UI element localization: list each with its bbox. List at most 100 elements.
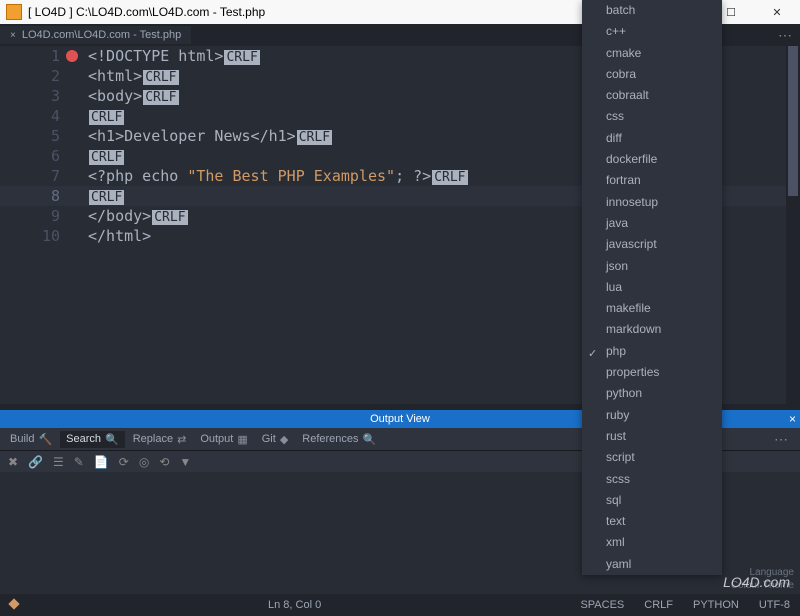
language-item-dockerfile[interactable]: dockerfile [582,149,722,170]
toolbar-icon-5[interactable]: ⟳ [119,455,129,469]
app-icon [6,4,22,20]
language-item-label: xml [606,535,625,549]
language-item-makefile[interactable]: makefile [582,298,722,319]
language-item-label: yaml [606,557,631,571]
crlf-marker: CRLF [432,170,467,185]
language-menu: batch c++ cmake cobra cobraalt css diff dockerf… [582,0,722,575]
language-item-label: sql [606,493,621,507]
panel-tab-output[interactable]: Output▦ [194,431,253,448]
language-item-ruby[interactable]: ruby [582,405,722,426]
references-icon: 🔍 [363,433,377,446]
gutter-line[interactable]: 9 [0,206,78,226]
language-item-css[interactable]: css [582,106,722,127]
gutter-line[interactable]: 8 [0,186,78,206]
output-view-title: Output View [370,413,430,425]
language-item-diff[interactable]: diff [582,128,722,149]
language-item-c++[interactable]: c++ [582,21,722,42]
language-item-label: c++ [606,24,626,38]
language-item-label: cmake [606,46,641,60]
language-item-cmake[interactable]: cmake [582,43,722,64]
toolbar-icon-7[interactable]: ⟲ [159,455,169,469]
language-item-label: cobra [606,67,636,81]
gutter-line[interactable]: 1 [0,46,78,66]
language-item-batch[interactable]: batch [582,0,722,21]
toolbar-icon-1[interactable]: 🔗 [28,455,43,469]
scrollbar-thumb[interactable] [788,46,798,196]
language-item-fortran[interactable]: fortran [582,170,722,191]
toolbar-icon-0[interactable]: ✖ [8,455,18,469]
language-item-java[interactable]: java [582,213,722,234]
panel-overflow-icon[interactable]: ⋯ [766,431,796,448]
language-item-label: ruby [606,408,629,422]
crlf-marker: CRLF [89,110,124,125]
close-window-button[interactable]: ✕ [754,0,800,24]
language-item-sql[interactable]: sql [582,490,722,511]
language-item-label: script [606,450,635,464]
language-item-javascript[interactable]: javascript [582,234,722,255]
panel-tab-references[interactable]: References🔍 [296,431,382,448]
toolbar-icon-6[interactable]: ◎ [139,455,149,469]
language-item-label: java [606,216,628,230]
language-item-cobraalt[interactable]: cobraalt [582,85,722,106]
language-item-text[interactable]: text [582,511,722,532]
crlf-marker: CRLF [224,50,259,65]
language-item-label: javascript [606,237,657,251]
status-bar: Ln 8, Col 0 SPACES CRLF PYTHON UTF-8 [0,594,800,616]
language-item-label: dockerfile [606,152,657,166]
tab-overflow-icon[interactable]: ⋯ [770,27,800,44]
language-item-label: diff [606,131,622,145]
toolbar-icon-3[interactable]: ✎ [74,455,84,469]
status-modified-icon [0,599,28,611]
gutter-line[interactable]: 6 [0,146,78,166]
panel-tab-label: Output [200,433,233,445]
status-encoding[interactable]: UTF-8 [749,599,800,611]
gutter-line[interactable]: 7 [0,166,78,186]
gutter-line[interactable]: 4 [0,106,78,126]
gutter-line[interactable]: 5 [0,126,78,146]
language-item-cobra[interactable]: cobra [582,64,722,85]
language-item-php[interactable]: ✓php [582,341,722,362]
language-item-script[interactable]: script [582,447,722,468]
language-item-xml[interactable]: xml [582,532,722,553]
language-item-scss[interactable]: scss [582,469,722,490]
file-tab[interactable]: × LO4D.com\LO4D.com - Test.php [0,26,191,44]
panel-tab-replace[interactable]: Replace⇄ [127,431,193,448]
status-cursor[interactable]: Ln 8, Col 0 [258,599,331,611]
close-tab-icon[interactable]: × [10,30,16,41]
search-icon: 🔍 [105,433,119,446]
language-item-json[interactable]: json [582,256,722,277]
vertical-scrollbar[interactable] [786,46,800,404]
panel-tab-label: Build [10,433,34,445]
close-output-icon[interactable]: × [789,410,796,428]
panel-tab-build[interactable]: Build 🔨 [4,431,58,448]
language-item-label: fortran [606,173,641,187]
gutter-line[interactable]: 3 [0,86,78,106]
language-item-innosetup[interactable]: innosetup [582,192,722,213]
language-item-label: css [606,109,624,123]
toolbar-icon-8[interactable]: ▼ [179,455,191,469]
status-indent[interactable]: SPACES [570,599,634,611]
panel-tab-label: Search [66,433,101,445]
language-item-label: makefile [606,301,651,315]
language-item-label: scss [606,472,630,486]
language-item-properties[interactable]: properties [582,362,722,383]
language-item-lua[interactable]: lua [582,277,722,298]
language-item-yaml[interactable]: yaml [582,554,722,575]
language-item-python[interactable]: python [582,383,722,404]
panel-tab-git[interactable]: Git◆ [256,431,295,448]
toolbar-icon-4[interactable]: 📄 [94,455,109,469]
panel-tab-search[interactable]: Search 🔍 [60,431,125,448]
toolbar-icon-2[interactable]: ☰ [53,455,64,469]
build-icon: 🔨 [38,433,52,446]
status-eol[interactable]: CRLF [634,599,683,611]
language-item-markdown[interactable]: markdown [582,319,722,340]
status-language[interactable]: PYTHON [683,599,749,611]
gutter-line[interactable]: 10 [0,226,78,246]
gutter-line[interactable]: 2 [0,66,78,86]
breakpoint-icon[interactable] [66,50,78,62]
git-icon: ◆ [280,433,288,446]
language-item-rust[interactable]: rust [582,426,722,447]
language-item-label: innosetup [606,195,658,209]
crlf-marker: CRLF [89,190,124,205]
gutter: 12345678910 [0,46,78,404]
